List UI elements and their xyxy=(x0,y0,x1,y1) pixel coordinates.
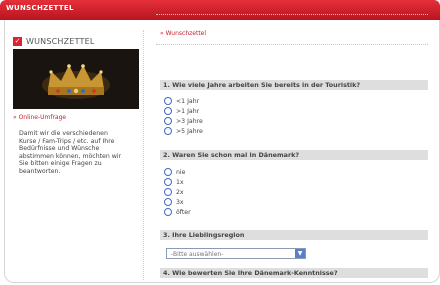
breadcrumb-rule xyxy=(156,44,428,45)
radio-button[interactable] xyxy=(164,208,172,216)
q2-option-1[interactable]: nie xyxy=(164,168,185,176)
region-select[interactable]: -Bitte auswählen- ▼ xyxy=(166,248,306,259)
window-title: WUNSCHZETTEL xyxy=(6,4,74,12)
region-select-value: -Bitte auswählen- xyxy=(171,251,224,258)
checkmark-icon: ✓ xyxy=(13,36,22,46)
online-survey-link[interactable]: » Online-Umfrage xyxy=(13,114,139,124)
column-divider xyxy=(143,30,144,280)
radio-button[interactable] xyxy=(164,188,172,196)
chevron-down-icon[interactable]: ▼ xyxy=(295,249,305,258)
sidebar-title: WUNSCHZETTEL xyxy=(26,36,95,46)
radio-button[interactable] xyxy=(164,198,172,206)
radio-button[interactable] xyxy=(164,97,172,105)
radio-button[interactable] xyxy=(164,127,172,135)
q1-option-1[interactable]: <1 Jahr xyxy=(164,97,199,105)
q2-option-3[interactable]: 2x xyxy=(164,188,184,196)
question-2-heading: 2. Waren Sie schon mal in Dänemark? xyxy=(160,150,428,160)
sidebar-header: ✓ WUNSCHZETTEL xyxy=(13,34,139,48)
radio-button[interactable] xyxy=(164,107,172,115)
q2-option-4[interactable]: 3x xyxy=(164,198,184,206)
sidebar: ✓ WUNSCHZETTEL » Online-Umfrage Damit wi xyxy=(13,34,139,214)
breadcrumb[interactable]: » Wunschzettel xyxy=(160,30,206,37)
crown-image xyxy=(13,49,139,109)
q2-option-5[interactable]: öfter xyxy=(164,208,191,216)
q1-option-3[interactable]: >3 Jahre xyxy=(164,117,203,125)
question-4-heading: 4. Wie bewerten Sie Ihre Dänemark-Kenntn… xyxy=(160,268,428,278)
window-title-bar: WUNSCHZETTEL xyxy=(0,0,440,20)
radio-button[interactable] xyxy=(164,178,172,186)
radio-button[interactable] xyxy=(164,117,172,125)
q2-option-2[interactable]: 1x xyxy=(164,178,184,186)
sidebar-description: Damit wir die verschiedenen Kurse / Fam-… xyxy=(19,130,122,175)
question-3-heading: 3. Ihre Lieblingsregion xyxy=(160,230,428,240)
radio-button[interactable] xyxy=(164,168,172,176)
top-dotted-rule xyxy=(156,14,428,15)
q1-option-4[interactable]: >5 Jahre xyxy=(164,127,203,135)
question-1-heading: 1. Wie viele Jahre arbeiten Sie bereits … xyxy=(160,80,428,90)
q1-option-2[interactable]: >1 Jahr xyxy=(164,107,199,115)
